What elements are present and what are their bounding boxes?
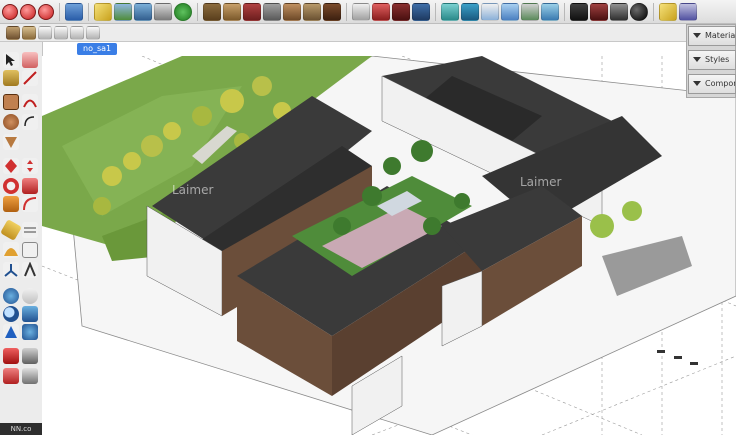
help-icon[interactable] — [174, 2, 192, 21]
zoom-icon[interactable] — [3, 306, 19, 322]
measure-icon[interactable] — [481, 2, 499, 21]
pencil-icon[interactable] — [659, 2, 677, 21]
tape-measure-icon[interactable] — [0, 219, 22, 241]
photo-icon[interactable] — [412, 2, 430, 21]
chevron-down-icon — [693, 57, 701, 62]
scene-tab[interactable]: no_sa1 — [77, 43, 118, 55]
anchor-icon[interactable] — [392, 2, 410, 21]
tool-palette — [0, 42, 43, 435]
text-3d-icon[interactable] — [323, 2, 341, 21]
top-view-icon[interactable] — [22, 25, 36, 40]
3d-text-icon[interactable] — [22, 261, 38, 278]
warehouse-icon[interactable] — [243, 2, 261, 21]
position-camera-icon[interactable] — [3, 348, 19, 364]
protractor-icon[interactable] — [3, 242, 19, 258]
move-icon[interactable] — [22, 158, 38, 174]
dimension-icon[interactable] — [22, 222, 38, 238]
push-pull-icon[interactable] — [3, 158, 19, 174]
chevron-down-icon — [693, 33, 701, 38]
model-render: Laimer Laimer — [42, 56, 736, 435]
sphere-icon[interactable] — [630, 2, 648, 21]
select-arrow-icon[interactable] — [3, 52, 19, 68]
default-tray: Materials Styles Components — [686, 24, 736, 98]
paint-bucket-icon[interactable] — [3, 70, 19, 86]
wrench-icon[interactable] — [679, 2, 697, 21]
close-window-icon[interactable] — [2, 3, 18, 20]
text-icon[interactable] — [22, 242, 38, 258]
dash-marks — [657, 350, 698, 365]
toolbar-separator — [435, 2, 436, 21]
sphere-icon[interactable] — [610, 2, 628, 21]
toolbar-separator — [346, 2, 347, 21]
arc-icon[interactable] — [22, 94, 38, 110]
toolbar-separator — [564, 2, 565, 21]
toolbar-separator — [197, 2, 198, 21]
tray-tab-components[interactable]: Components — [688, 74, 736, 94]
zoom-extents-icon[interactable] — [22, 306, 38, 322]
foot-icon[interactable] — [3, 368, 19, 384]
tray-tab-materials[interactable]: Materials — [688, 26, 736, 46]
axes-icon[interactable] — [3, 262, 19, 278]
iso-view-icon[interactable] — [6, 25, 20, 40]
section-plane-icon[interactable] — [22, 348, 38, 364]
right-view-icon[interactable] — [54, 25, 68, 40]
open-file-icon[interactable] — [65, 2, 83, 21]
orbit-icon[interactable] — [3, 288, 19, 304]
ball-icon[interactable] — [541, 2, 559, 21]
landscape-icon[interactable] — [114, 2, 132, 21]
arc-icon[interactable] — [22, 114, 38, 130]
circle-icon[interactable] — [3, 114, 19, 130]
polygon-icon[interactable] — [3, 134, 19, 150]
toolbar-separator — [88, 2, 89, 21]
fence-icon[interactable] — [303, 2, 321, 21]
roof-icon[interactable] — [263, 2, 281, 21]
tray-tab-styles[interactable]: Styles — [688, 50, 736, 70]
pencil-icon[interactable] — [94, 2, 112, 21]
tray-tab-label: Components — [705, 79, 735, 88]
model-viewport[interactable]: Laimer Laimer — [42, 56, 736, 435]
stairs-icon[interactable] — [283, 2, 301, 21]
minimize-window-icon[interactable] — [20, 3, 36, 20]
left-view-icon[interactable] — [86, 25, 100, 40]
front-view-icon[interactable] — [38, 25, 52, 40]
rectangle-icon[interactable] — [3, 94, 19, 110]
line-icon[interactable] — [22, 70, 38, 86]
watermark: Laimer — [172, 183, 213, 197]
walk-icon[interactable] — [3, 324, 19, 340]
crate-icon[interactable] — [223, 2, 241, 21]
offset-icon[interactable] — [22, 196, 38, 212]
chevron-down-icon — [693, 81, 701, 86]
toolbar-separator — [653, 2, 654, 21]
paint-bucket-icon[interactable] — [154, 2, 172, 21]
toolbar-separator — [59, 2, 60, 21]
rotate-icon[interactable] — [3, 178, 19, 194]
views-toolbar — [0, 24, 736, 42]
eraser-icon[interactable] — [590, 2, 608, 21]
watermark: Laimer — [520, 175, 561, 189]
ruler-icon[interactable] — [441, 2, 459, 21]
back-view-icon[interactable] — [70, 25, 84, 40]
walls-icon[interactable] — [203, 2, 221, 21]
sun-icon[interactable] — [501, 2, 519, 21]
main-toolbar — [0, 0, 736, 24]
pan-icon[interactable] — [22, 288, 38, 304]
eraser-icon[interactable] — [22, 52, 38, 68]
truck-icon[interactable] — [461, 2, 479, 21]
building-icon[interactable] — [372, 2, 390, 21]
wrench-icon[interactable] — [570, 2, 588, 21]
tray-tab-label: Materials — [705, 31, 736, 40]
follow-me-icon[interactable] — [3, 196, 19, 212]
terrain-icon[interactable] — [352, 2, 370, 21]
look-around-icon[interactable] — [22, 324, 38, 340]
status-badge: NN.co — [0, 423, 42, 435]
shadows-icon[interactable] — [521, 2, 539, 21]
eye-icon[interactable] — [22, 368, 38, 384]
layers-icon[interactable] — [134, 2, 152, 21]
zoom-window-icon[interactable] — [38, 3, 54, 20]
tray-tab-label: Styles — [705, 55, 730, 64]
scale-icon[interactable] — [22, 178, 38, 194]
